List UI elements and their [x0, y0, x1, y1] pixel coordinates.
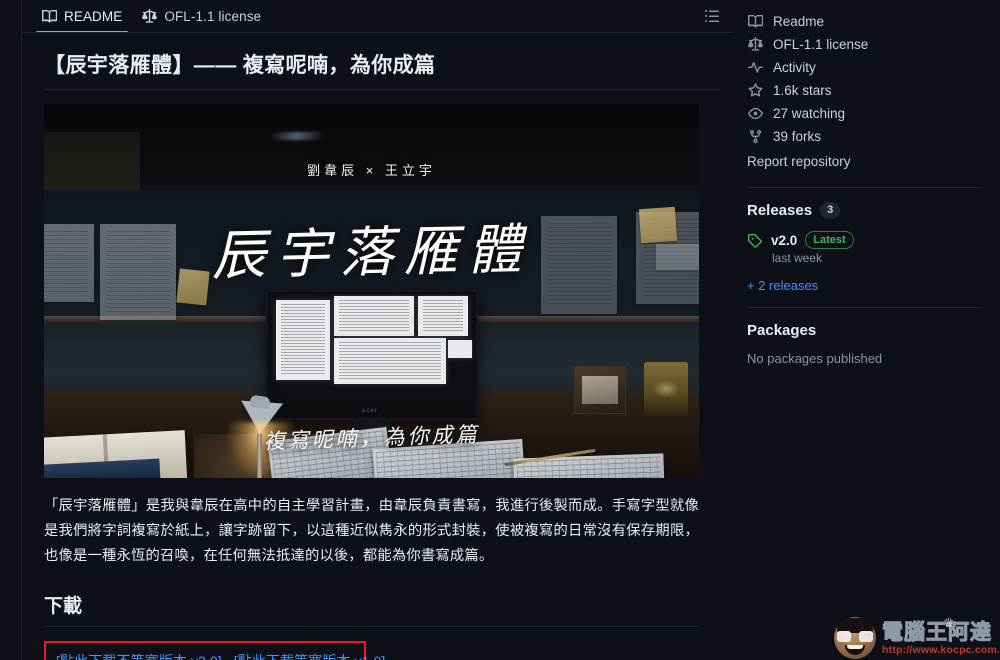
star-icon [747, 83, 763, 98]
sidebar-item-stars-label: 1.6k stars [773, 83, 832, 98]
list-unordered-icon[interactable] [698, 2, 726, 30]
sidebar-item-report-repository[interactable]: Report repository [747, 150, 980, 173]
sidebar-item-forks-label: 39 forks [773, 129, 822, 144]
screen-document [334, 338, 446, 384]
sidebar-item-activity[interactable]: Activity [747, 56, 980, 79]
more-releases-link[interactable]: + 2 releases [747, 278, 980, 293]
sidebar-item-license[interactable]: OFL-1.1 license [747, 33, 980, 56]
tab-license-label: OFL-1.1 license [164, 8, 262, 24]
hero-image: acer 劉韋辰 × 王立宇 辰宇落雁體 複寫呢喃，為你成篇 [44, 104, 699, 478]
screen-document [334, 296, 414, 336]
tag-icon [747, 233, 762, 248]
sidebar-item-forks[interactable]: 39 forks [747, 125, 980, 148]
packages-empty-text: No packages published [747, 351, 883, 366]
releases-count-badge: 3 [820, 202, 841, 219]
law-icon [142, 8, 158, 24]
release-entry: v2.0 Latest [747, 231, 980, 249]
download-links: [點此下載不等寬版本 v2.0] [點此下載等寬版本 v1.0] [56, 651, 385, 660]
left-gutter [0, 0, 22, 660]
latest-badge: Latest [805, 231, 854, 249]
sidebar-item-activity-label: Activity [773, 60, 816, 75]
hero-credit-text: 劉韋辰 × 王立宇 [307, 163, 436, 178]
lamp-head [249, 394, 271, 410]
shelf-canister [644, 362, 688, 416]
packages-title: Packages [747, 322, 817, 339]
tab-license[interactable]: OFL-1.1 license [132, 0, 271, 32]
sidebar-divider-2 [747, 307, 980, 308]
tab-readme-label: README [64, 8, 123, 24]
download-heading: 下載 [44, 591, 699, 627]
packages-heading[interactable]: Packages [747, 322, 980, 339]
hero-calligraphy-title: 辰宇落雁體 [210, 217, 533, 288]
law-icon [747, 37, 763, 52]
screen-document [418, 296, 468, 336]
sidebar-item-license-label: OFL-1.1 license [773, 37, 869, 52]
releases-title: Releases [747, 202, 813, 219]
screen-document [276, 300, 330, 380]
scene-ceiling-light [268, 132, 326, 140]
pulse-icon [747, 60, 763, 75]
release-info: v2.0 Latest [771, 231, 854, 249]
download-links-space [226, 653, 230, 660]
readme-body: 【辰宇落雁體】—— 複寫呢喃，為你成篇 acer 劉韋辰 × 王立宇 辰宇落雁體… [22, 33, 732, 660]
book-icon [42, 9, 57, 24]
release-date: last week [772, 251, 823, 265]
download-annotation-box: [點此下載不等寬版本 v2.0] [點此下載等寬版本 v1.0] [44, 641, 385, 660]
releases-heading[interactable]: Releases 3 [747, 202, 980, 219]
sidebar-item-readme[interactable]: Readme [747, 10, 980, 33]
sidebar-item-readme-label: Readme [773, 14, 825, 29]
download-link-v1[interactable]: [點此下載等寬版本 v1.0] [234, 653, 386, 660]
report-repository-label: Report repository [747, 154, 851, 169]
sidebar-divider-1 [747, 187, 980, 188]
readme-paragraph: 「辰宇落雁體」是我與韋辰在高中的自主學習計畫，由韋辰負責書寫，我進行後製而成。手… [44, 498, 699, 564]
release-version-row: v2.0 Latest [771, 231, 854, 249]
repo-sidebar: Readme OFL-1.1 license Activity 1.6k sta… [732, 0, 1000, 660]
sidebar-item-stars[interactable]: 1.6k stars [747, 79, 980, 102]
shelf-picture-frame [574, 366, 626, 414]
sidebar-item-watching-label: 27 watching [773, 106, 846, 121]
tab-readme[interactable]: README [32, 0, 132, 33]
book-icon [747, 14, 763, 29]
monitor-brand-label: acer [362, 408, 378, 414]
sidebar-item-watching[interactable]: 27 watching [747, 102, 980, 125]
page-title: 【辰宇落雁體】—— 複寫呢喃，為你成篇 [44, 49, 720, 90]
monitor-screen [270, 294, 474, 400]
repo-readme-page: README OFL-1.1 license 【辰宇落雁體】—— 複寫呢喃，為你… [0, 0, 1000, 660]
eye-icon [747, 106, 763, 121]
screen-document [448, 340, 472, 358]
file-tabbar: README OFL-1.1 license [22, 0, 732, 33]
download-link-v2[interactable]: [點此下載不等寬版本 v2.0] [56, 653, 222, 660]
release-version[interactable]: v2.0 [771, 233, 797, 248]
fork-icon [747, 129, 763, 144]
readme-column: README OFL-1.1 license 【辰宇落雁體】—— 複寫呢喃，為你… [22, 0, 1000, 660]
